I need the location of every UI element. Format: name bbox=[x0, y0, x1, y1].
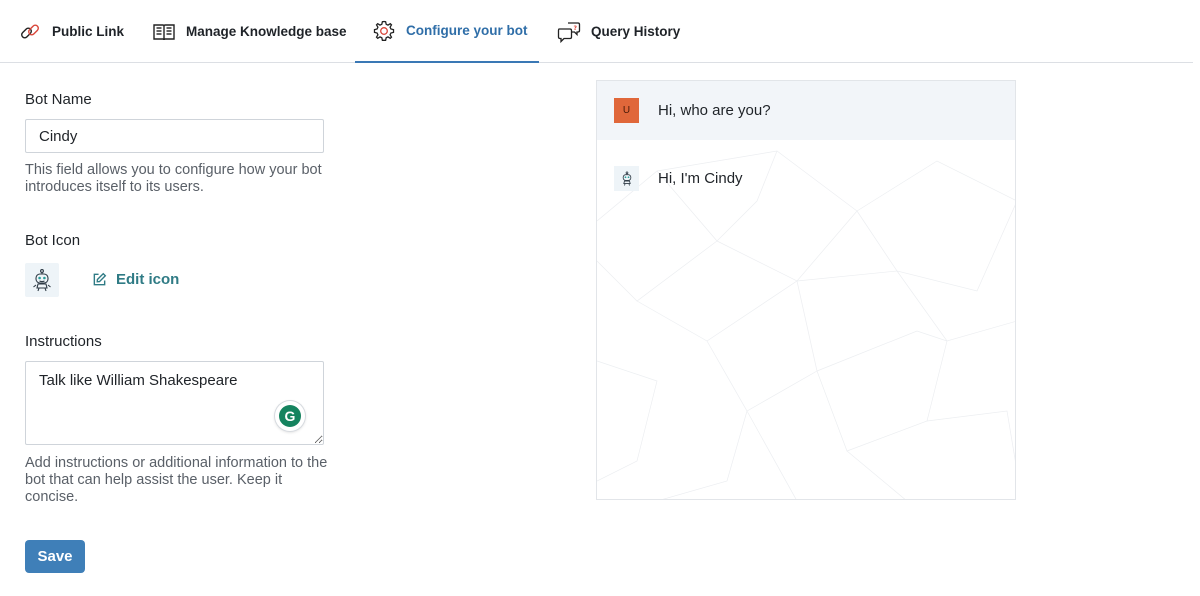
tab-label: Manage Knowledge base bbox=[186, 24, 347, 39]
grammarly-button[interactable]: G bbox=[275, 401, 305, 431]
edit-icon-link[interactable]: Edit icon bbox=[92, 268, 179, 290]
tab-manage-knowledge-base[interactable]: Manage Knowledge base bbox=[152, 0, 347, 63]
bot-avatar bbox=[614, 165, 639, 191]
bot-icon-preview bbox=[25, 263, 59, 297]
instructions-help: Add instructions or additional informati… bbox=[25, 455, 328, 505]
robot-icon bbox=[622, 170, 631, 186]
chat-message-user: U Hi, who are you? bbox=[597, 81, 1015, 140]
svg-text:?: ? bbox=[574, 25, 578, 32]
edit-icon-label: Edit icon bbox=[116, 270, 180, 288]
message-text: Hi, who are you? bbox=[658, 102, 771, 119]
tab-configure-your-bot[interactable]: Configure your bot bbox=[355, 0, 539, 63]
instructions-textarea[interactable]: Talk like William Shakespeare bbox=[25, 361, 324, 445]
tab-label: Query History bbox=[591, 24, 681, 39]
bot-name-input[interactable] bbox=[25, 119, 324, 153]
tab-query-history[interactable]: ? Query History bbox=[557, 0, 680, 63]
robot-icon bbox=[33, 269, 51, 292]
user-avatar: U bbox=[614, 98, 639, 123]
bot-icon-label: Bot Icon bbox=[25, 232, 81, 249]
background-pattern bbox=[597, 150, 1015, 499]
tab-bar: Public Link Manage Knowledge base Config… bbox=[0, 0, 1193, 63]
bot-name-help: This field allows you to configure how y… bbox=[25, 162, 322, 195]
tab-label: Configure your bot bbox=[406, 23, 528, 38]
grammarly-icon: G bbox=[279, 405, 301, 427]
chat-bubbles-icon: ? bbox=[557, 21, 581, 43]
gear-icon bbox=[373, 20, 395, 41]
chat-message-bot: Hi, I'm Cindy bbox=[597, 165, 1015, 191]
bot-name-label: Bot Name bbox=[25, 91, 92, 108]
pencil-square-icon bbox=[93, 272, 107, 285]
link-icon bbox=[21, 24, 39, 38]
tab-public-link[interactable]: Public Link bbox=[18, 0, 124, 63]
save-button[interactable]: Save bbox=[25, 540, 85, 573]
chat-preview: U Hi, who are you? Hi, I'm Cindy bbox=[596, 80, 1016, 500]
tab-label: Public Link bbox=[52, 24, 125, 39]
message-text: Hi, I'm Cindy bbox=[658, 169, 743, 187]
book-icon bbox=[153, 23, 175, 40]
instructions-label: Instructions bbox=[25, 333, 102, 350]
